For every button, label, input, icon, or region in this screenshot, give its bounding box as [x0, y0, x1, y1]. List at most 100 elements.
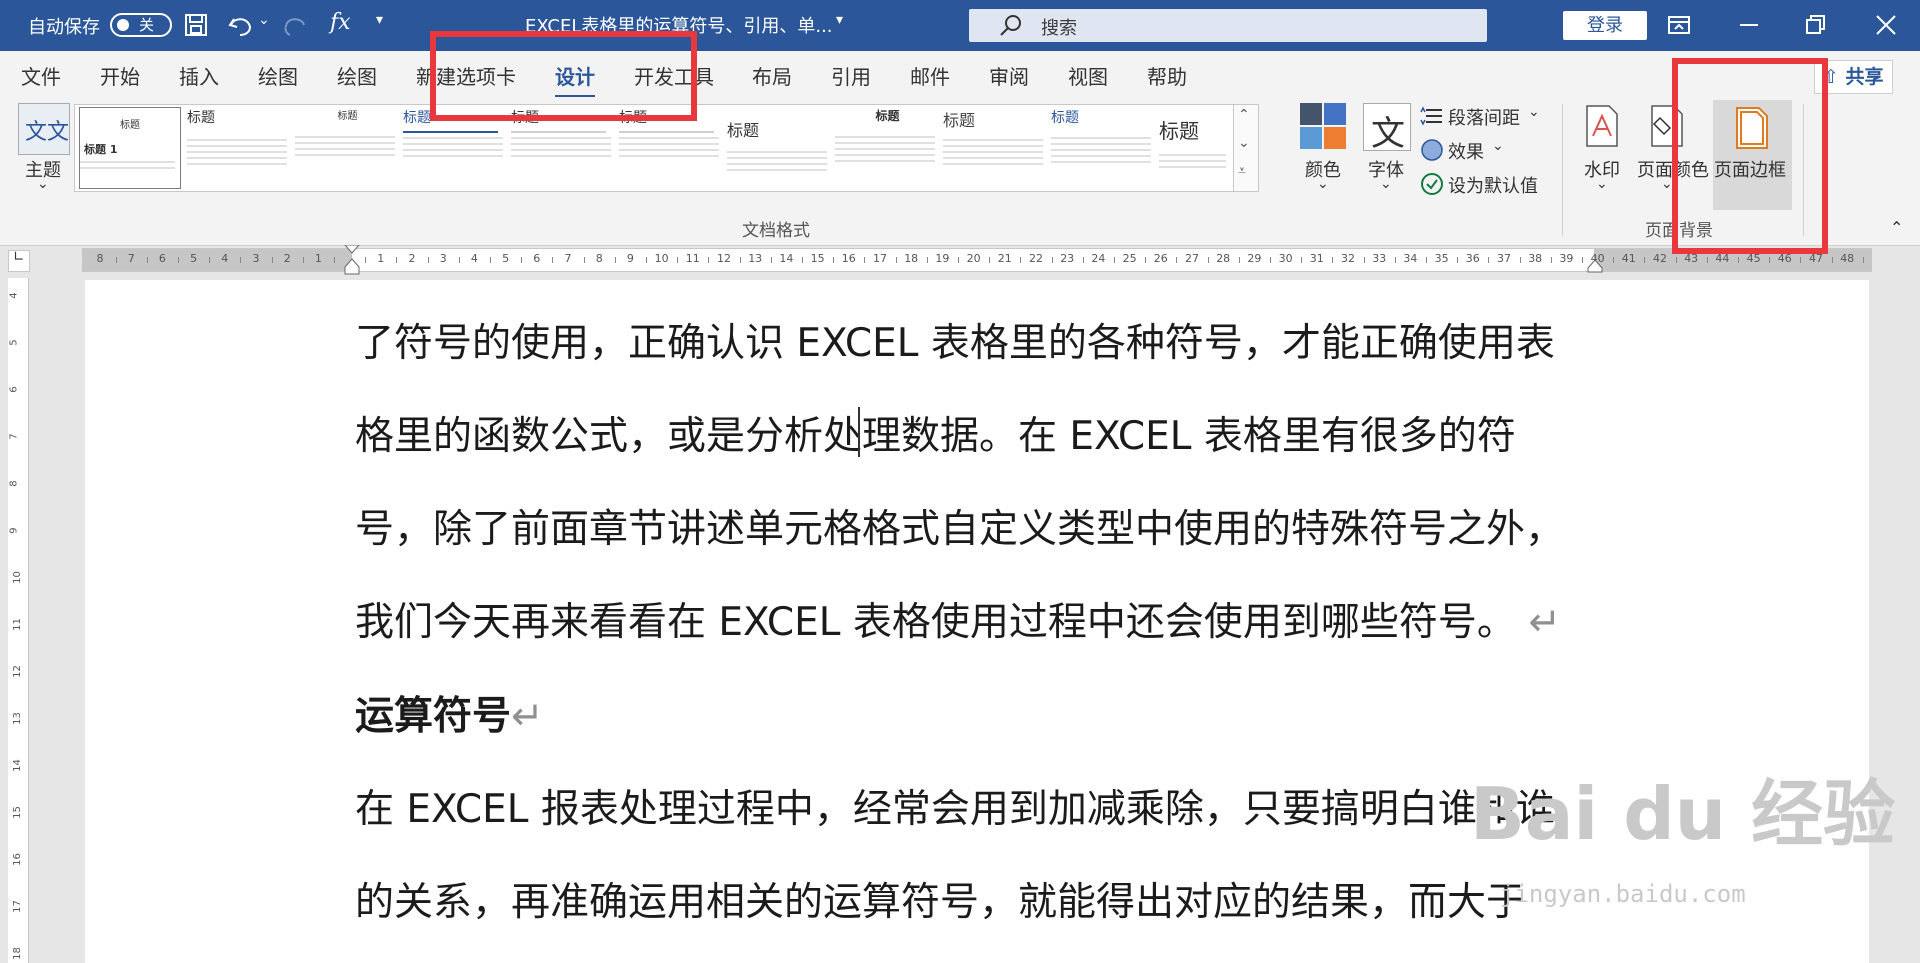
minimize-icon[interactable]: [1737, 14, 1761, 36]
tab-layout[interactable]: 布局: [752, 61, 792, 90]
share-label: 共享: [1845, 66, 1884, 88]
paragraph-spacing-dropdown-icon: ⌄: [1528, 104, 1540, 120]
tab-insert[interactable]: 插入: [179, 61, 219, 90]
ruler-tick: [521, 257, 523, 263]
ruler-tick: [1332, 257, 1334, 263]
checkmark-icon: [1421, 173, 1443, 195]
ruler-tick: [240, 257, 242, 263]
ruler-number: 3: [439, 252, 447, 265]
style-set-item[interactable]: 标题: [727, 107, 832, 187]
ruler-number: 29: [1247, 252, 1262, 265]
annotation-box-design-tab: [430, 31, 697, 121]
right-indent-marker-icon[interactable]: [1587, 259, 1603, 273]
save-icon[interactable]: [184, 13, 208, 37]
ruler-number: 15: [810, 252, 825, 265]
ruler-tick: [271, 257, 273, 263]
title-bar: 自动保存 关 ⌄ fx ▾ EXCEL表格里的运算符号、引用、单... ▾ 搜索…: [0, 0, 1920, 51]
vertical-ruler-number: 10: [11, 571, 23, 584]
fonts-icon[interactable]: 文: [1363, 103, 1411, 154]
function-fx-icon[interactable]: fx: [330, 10, 351, 35]
ruler-tick: [1769, 257, 1771, 263]
tab-view[interactable]: 视图: [1068, 61, 1108, 90]
themes-dropdown-icon[interactable]: ⌄: [37, 176, 49, 192]
page-color-dropdown-icon[interactable]: ⌄: [1661, 176, 1673, 192]
ruler-number: 17: [873, 252, 887, 265]
style-set-item[interactable]: 标题: [835, 107, 940, 187]
style-set-title: 标题: [120, 120, 140, 131]
ruler-number: 32: [1341, 252, 1355, 265]
ruler-number: 38: [1528, 252, 1543, 265]
ruler-number: 6: [533, 252, 541, 265]
restore-icon[interactable]: [1804, 13, 1828, 37]
ruler-tick: [302, 257, 304, 263]
ruler-number: 25: [1122, 252, 1137, 265]
style-set-item[interactable]: 标题: [1159, 107, 1229, 187]
ruler-number: 39: [1559, 252, 1574, 265]
section-heading: 运算符号↵: [355, 685, 544, 741]
tab-references[interactable]: 引用: [831, 61, 871, 90]
tab-draw[interactable]: 绘图: [258, 61, 298, 90]
close-icon[interactable]: [1874, 13, 1898, 37]
horizontal-ruler[interactable]: 8 7 6 5 4 3 2 1 1 2 3 4 5 6 7 8 9 10 11 12 13 14 15 16 17 18 19 20 2…: [82, 245, 1872, 275]
scroll-up-icon[interactable]: ⌃: [1238, 107, 1250, 123]
ruler-tick: [490, 257, 491, 263]
left-tab-icon: ∟: [13, 249, 25, 265]
ruler-tick: [1082, 257, 1084, 263]
undo-dropdown-icon[interactable]: ⌄: [258, 12, 270, 28]
baidu-watermark-url: jingyan.baidu.com: [1500, 880, 1746, 908]
gallery-more-icon[interactable]: ⩡: [1238, 163, 1246, 179]
autosave-toggle[interactable]: 关: [110, 13, 172, 37]
search-box[interactable]: 搜索: [969, 9, 1487, 42]
style-set-item[interactable]: 标题: [943, 107, 1048, 187]
style-set-item[interactable]: 标题: [187, 107, 292, 187]
autosave-label: 自动保存: [28, 17, 100, 38]
ruler-tick: [1862, 257, 1864, 263]
ruler-number: 4: [470, 252, 478, 265]
ruler-tick: [1114, 257, 1115, 263]
tab-mailings[interactable]: 邮件: [910, 61, 950, 90]
ruler-tick: [115, 257, 117, 263]
ruler-tick: [427, 257, 429, 263]
tab-selector[interactable]: ∟: [8, 249, 30, 272]
watermark-icon[interactable]: [1585, 104, 1619, 148]
ruler-tick: [1394, 257, 1396, 263]
colors-icon[interactable]: [1300, 103, 1346, 149]
login-button[interactable]: 登录: [1563, 11, 1647, 40]
ruler-tick: [1519, 257, 1521, 263]
tab-home[interactable]: 开始: [100, 61, 140, 90]
quick-access-menu-icon[interactable]: ▾: [376, 12, 383, 28]
style-set-item[interactable]: 标题: [1051, 107, 1156, 187]
paragraph-spacing-label: 段落间距: [1448, 108, 1520, 129]
undo-icon[interactable]: [228, 13, 254, 37]
vertical-ruler-number: 13: [11, 712, 23, 725]
paragraph-mark-icon: ↵: [511, 694, 544, 739]
indent-marker-icon[interactable]: [344, 245, 360, 275]
vertical-ruler-number: 15: [11, 806, 23, 819]
title-dropdown-icon[interactable]: ▾: [836, 12, 843, 28]
vertical-ruler-number: 12: [11, 665, 23, 678]
tab-review[interactable]: 审阅: [989, 61, 1029, 90]
paragraph-line: 的关系，再准确运用相关的运算符号，就能得出对应的结果，而大于: [355, 880, 1526, 925]
ruler-number: 18: [904, 252, 919, 265]
tab-file[interactable]: 文件: [21, 61, 61, 90]
ruler-number: 26: [1153, 252, 1168, 265]
style-set-item[interactable]: 标题 标题 1: [79, 107, 181, 189]
style-set-title: 标题: [727, 121, 760, 140]
tab-draw-2[interactable]: 绘图: [337, 61, 377, 90]
colors-dropdown-icon[interactable]: ⌄: [1317, 176, 1329, 192]
themes-icon[interactable]: 文文: [18, 103, 70, 155]
paragraph-line: 格里的函数公式，或是分析处理数据。在 EXCEL 表格里有很多的符: [355, 405, 1516, 461]
watermark-dropdown-icon[interactable]: ⌄: [1596, 176, 1608, 192]
vertical-ruler-number: 14: [11, 759, 23, 772]
ruler-number: 19: [935, 252, 950, 265]
ruler-number: 13: [748, 252, 763, 265]
style-set-item[interactable]: 标题: [295, 107, 400, 187]
ruler-tick: [989, 257, 991, 263]
ribbon-display-options-icon[interactable]: [1667, 14, 1691, 36]
tab-help[interactable]: 帮助: [1147, 61, 1187, 90]
scroll-down-icon[interactable]: ⌄: [1238, 135, 1250, 151]
collapse-ribbon-icon[interactable]: ⌃: [1890, 218, 1903, 237]
vertical-ruler[interactable]: 4 5 6 7 8 9 10 11 12 13 14 15 16 17 18: [8, 278, 29, 963]
ruler-number: 33: [1372, 252, 1387, 265]
fonts-dropdown-icon[interactable]: ⌄: [1380, 176, 1392, 192]
